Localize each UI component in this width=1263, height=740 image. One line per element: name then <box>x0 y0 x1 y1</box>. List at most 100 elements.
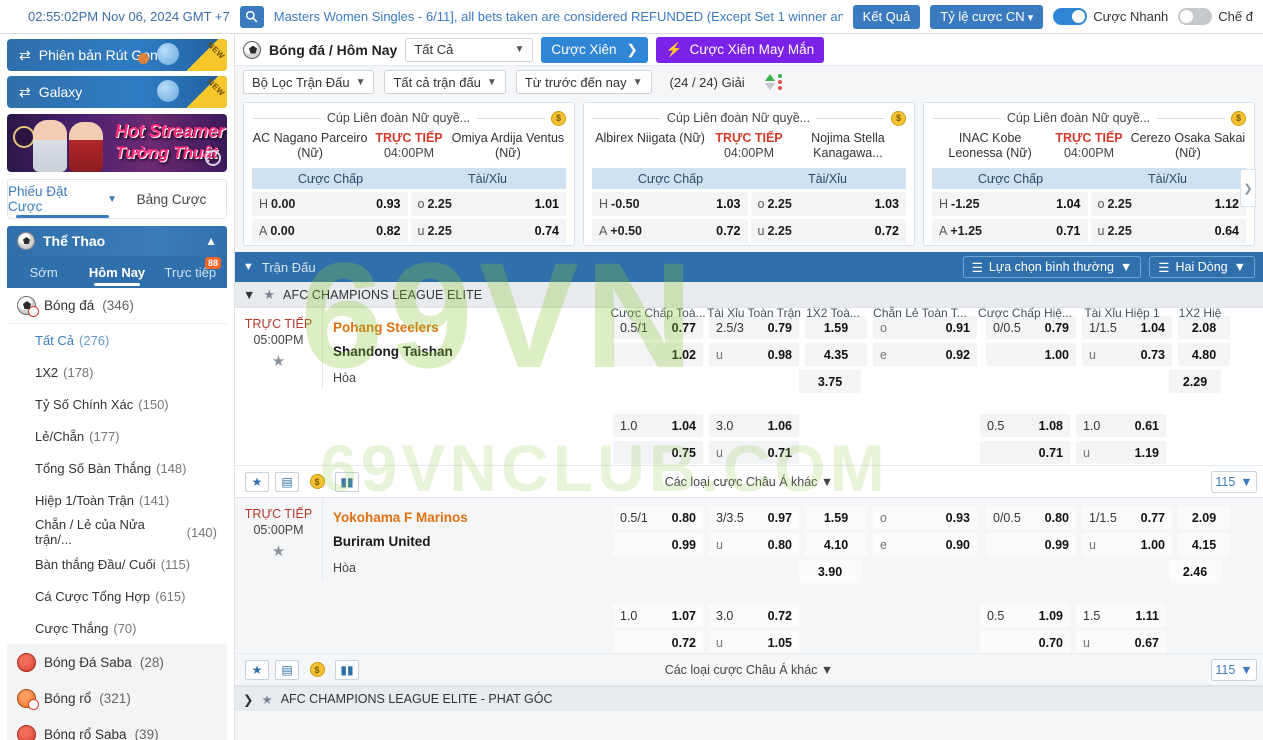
odd-ft-1x2-home[interactable]: 1.59 <box>805 316 867 339</box>
sidebar-market-first-last-goal[interactable]: Bàn thắng Đầu/ Cuối (115) <box>7 548 227 580</box>
banner-hot-streamer[interactable]: Hot Streamer Tường Thuật <box>7 114 227 172</box>
odd-ft-handicap[interactable]: 0.5/1 0.80 <box>613 506 703 529</box>
odd-h1-1x2-home[interactable]: 2.09 <box>1178 506 1230 529</box>
odd-ft-1x2-away[interactable]: 4.35 <box>805 343 867 366</box>
odd-h1-1x2-draw[interactable]: 2.29 <box>1169 370 1221 393</box>
odd-h1-handicap-away[interactable]: 1.00 <box>986 343 1076 366</box>
card-odd-cell[interactable]: H -0.50 1.03 <box>592 192 748 216</box>
odd-h1-1x2-away[interactable]: 4.15 <box>1178 533 1230 556</box>
time-range-select[interactable]: Từ trước đến nay ▼ <box>515 70 652 94</box>
odd-h1-under2[interactable]: u 1.19 <box>1076 441 1166 464</box>
odd-ft-even[interactable]: e 0.92 <box>873 343 977 366</box>
match-filter-select[interactable]: Bộ Lọc Trận Đấu ▼ <box>243 70 375 94</box>
sidebar-item-football[interactable]: Bóng đá (346) <box>7 288 227 324</box>
sidebar-market-mix-parlay[interactable]: Cá Cược Tổng Hợp (615) <box>7 580 227 612</box>
sidebar-market-1x2[interactable]: 1X2 (178) <box>7 356 227 388</box>
list-view-button[interactable]: ▤ <box>275 659 299 680</box>
odd-h1-ou2[interactable]: 1.5 1.11 <box>1076 604 1166 627</box>
fast-bet-toggle[interactable] <box>1053 8 1088 25</box>
odd-ft-handicap-away[interactable]: 1.02 <box>613 343 703 366</box>
sidebar-market-ht-ft[interactable]: Hiệp 1/Toàn Trận (141) <box>7 484 227 516</box>
sidebar-tab-today[interactable]: Hôm Nay <box>80 256 153 288</box>
sidebar-sport-header[interactable]: Thể Thao ▲ <box>7 226 227 256</box>
sidebar-market-all[interactable]: Tất Cả (276) <box>7 324 227 356</box>
odd-h1-1x2-draw[interactable]: 2.46 <box>1169 560 1221 583</box>
odd-ft-handicap2[interactable]: 1.0 1.07 <box>613 604 703 627</box>
sidebar-item-basketball[interactable]: Bóng rổ (321) <box>7 680 227 716</box>
search-icon[interactable] <box>239 5 264 28</box>
odd-ft-under2[interactable]: u 1.05 <box>709 631 799 654</box>
all-matches-select[interactable]: Tất cả trận đấu ▼ <box>384 70 506 94</box>
sidebar-tab-live[interactable]: Trực tiếp 88 <box>154 256 227 288</box>
collapse-icon[interactable]: ▼ <box>243 261 254 273</box>
parlay-button[interactable]: Cược Xiên ❯ <box>541 36 648 63</box>
card-odd-cell[interactable]: A +1.25 0.71 <box>932 219 1088 243</box>
lucky-parlay-button[interactable]: ⚡ Cược Xiên May Mắn <box>655 36 825 63</box>
card-odd-cell[interactable]: o 2.25 1.01 <box>410 192 566 216</box>
sidebar-market-odd-even[interactable]: Lẻ/Chẵn (177) <box>7 420 227 452</box>
card-odd-cell[interactable]: u 2.25 0.72 <box>750 219 906 243</box>
odd-ft-under2[interactable]: u 0.71 <box>709 441 799 464</box>
all-filter-select[interactable]: Tất Cả ▼ <box>405 37 534 62</box>
coin-icon[interactable]: $ <box>305 660 329 680</box>
odd-ft-1x2-home[interactable]: 1.59 <box>805 506 867 529</box>
tab-betboard[interactable]: Bảng Cược <box>117 180 226 218</box>
card-odd-cell[interactable]: u 2.25 0.64 <box>1090 219 1246 243</box>
stats-button[interactable]: ▮▮ <box>335 659 359 680</box>
results-button[interactable]: Kết Quả <box>852 4 921 29</box>
promo-galaxy[interactable]: ⇄ Galaxy NEW <box>7 76 227 108</box>
odd-ft-under[interactable]: u 0.80 <box>709 533 799 556</box>
odd-ft-handicap-away[interactable]: 0.99 <box>613 533 703 556</box>
odd-ft-1x2-draw[interactable]: 3.90 <box>799 560 861 583</box>
list-view-button[interactable]: ▤ <box>275 471 299 492</box>
favorite-star-icon[interactable]: ★ <box>239 544 318 560</box>
row-mode-select[interactable]: ☰ Hai Dòng ▼ <box>1149 256 1255 278</box>
more-asian-bets-button[interactable]: Các loại cược Châu Á khác ▼ <box>649 663 849 677</box>
odd-h1-handicap[interactable]: 0/0.5 0.79 <box>986 316 1076 339</box>
favorite-button[interactable]: ★ <box>245 471 269 492</box>
cards-next-button[interactable]: ❯ <box>1240 169 1256 207</box>
odd-ft-handicap2-away[interactable]: 0.75 <box>613 441 703 464</box>
view-mode-select[interactable]: ☰ Lựa chọn bình thường ▼ <box>962 256 1142 278</box>
more-asian-bets-button[interactable]: Các loại cược Châu Á khác ▼ <box>649 475 849 489</box>
odd-h1-ou[interactable]: 1/1.5 1.04 <box>1082 316 1172 339</box>
favorite-star-icon[interactable]: ★ <box>239 354 318 370</box>
promo-simple-version[interactable]: ⇄ Phiên bản Rút Gọn NEW <box>7 39 227 71</box>
odd-h1-under2[interactable]: u 0.67 <box>1076 631 1166 654</box>
coin-icon[interactable]: $ <box>305 472 329 492</box>
odds-type-button[interactable]: Tỷ lệ cược CN <box>930 4 1044 29</box>
odd-ft-handicap2-away[interactable]: 0.72 <box>613 631 703 654</box>
sidebar-market-outright[interactable]: Cược Thắng (70) <box>7 612 227 644</box>
odd-ft-ou[interactable]: 3/3.5 0.97 <box>709 506 799 529</box>
odd-ft-ou[interactable]: 2.5/3 0.79 <box>709 316 799 339</box>
league-header[interactable]: ▼ ★ AFC CHAMPIONS LEAGUE ELITE <box>235 282 1263 308</box>
card-odd-cell[interactable]: A 0.00 0.82 <box>252 219 408 243</box>
sidebar-market-correct-score[interactable]: Tỷ Số Chính Xác (150) <box>7 388 227 420</box>
stats-button[interactable]: ▮▮ <box>335 471 359 492</box>
odd-h1-handicap2[interactable]: 0.5 1.08 <box>980 414 1070 437</box>
odd-ft-ou2[interactable]: 3.0 0.72 <box>709 604 799 627</box>
sort-toggle-button[interactable] <box>763 74 784 90</box>
sidebar-market-half-odd-even[interactable]: Chẵn / Lẻ của Nửa trận/... (140) <box>7 516 227 548</box>
card-odd-cell[interactable]: u 2.25 0.74 <box>410 219 566 243</box>
card-odd-cell[interactable]: o 2.25 1.12 <box>1090 192 1246 216</box>
odd-h1-handicap[interactable]: 0/0.5 0.80 <box>986 506 1076 529</box>
odd-ft-handicap[interactable]: 0.5/1 0.77 <box>613 316 703 339</box>
odd-ft-odd[interactable]: o 0.93 <box>873 506 977 529</box>
odd-ft-under[interactable]: u 0.98 <box>709 343 799 366</box>
chevron-right-icon[interactable]: ❯ <box>243 692 253 707</box>
odd-ft-odd[interactable]: o 0.91 <box>873 316 977 339</box>
market-count-button[interactable]: 115 ▼ <box>1211 471 1257 493</box>
odd-h1-under[interactable]: u 0.73 <box>1082 343 1172 366</box>
sidebar-item-saba-basketball[interactable]: Bóng rổ Saba (39) <box>7 716 227 740</box>
card-odd-cell[interactable]: o 2.25 1.03 <box>750 192 906 216</box>
chevron-down-icon[interactable]: ▼ <box>243 288 255 302</box>
odd-ft-1x2-draw[interactable]: 3.75 <box>799 370 861 393</box>
card-odd-cell[interactable]: A +0.50 0.72 <box>592 219 748 243</box>
odd-ft-even[interactable]: e 0.90 <box>873 533 977 556</box>
sidebar-market-total-goals[interactable]: Tổng Số Bàn Thắng (148) <box>7 452 227 484</box>
favorite-star-icon[interactable]: ★ <box>263 287 275 303</box>
odd-ft-handicap2[interactable]: 1.0 1.04 <box>613 414 703 437</box>
sidebar-item-saba-football[interactable]: Bóng Đá Saba (28) <box>7 644 227 680</box>
odd-h1-handicap2-away[interactable]: 0.71 <box>980 441 1070 464</box>
